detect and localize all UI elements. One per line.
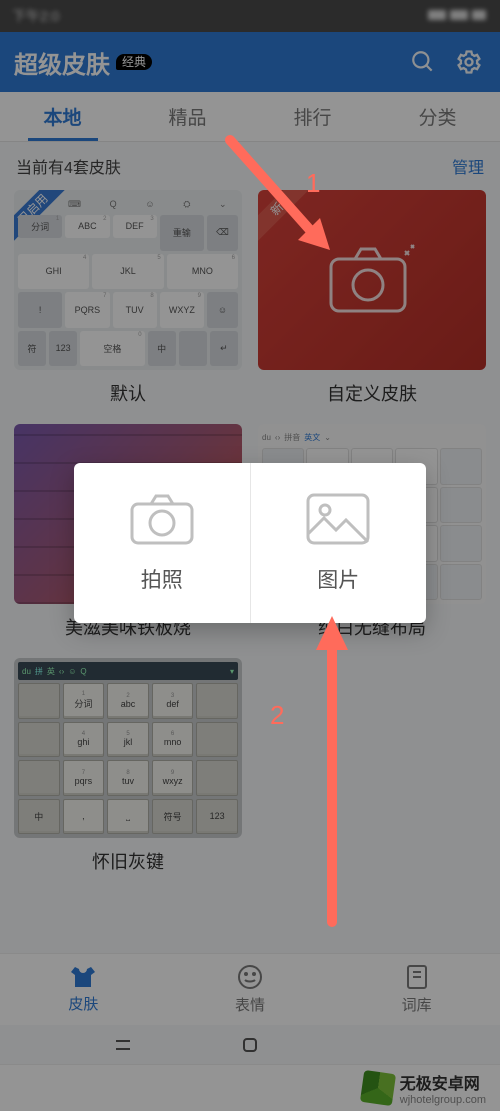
modal-image-label: 图片 [317, 564, 359, 594]
annotation-label-2: 2 [270, 700, 284, 731]
modal-photo-label: 拍照 [141, 564, 183, 594]
camera-icon [129, 492, 195, 546]
annotation-label-1: 1 [306, 168, 320, 199]
modal-option-photo[interactable]: 拍照 [74, 463, 250, 623]
photo-source-modal: 拍照 图片 [74, 463, 426, 623]
modal-option-image[interactable]: 图片 [250, 463, 427, 623]
image-icon [305, 492, 371, 546]
